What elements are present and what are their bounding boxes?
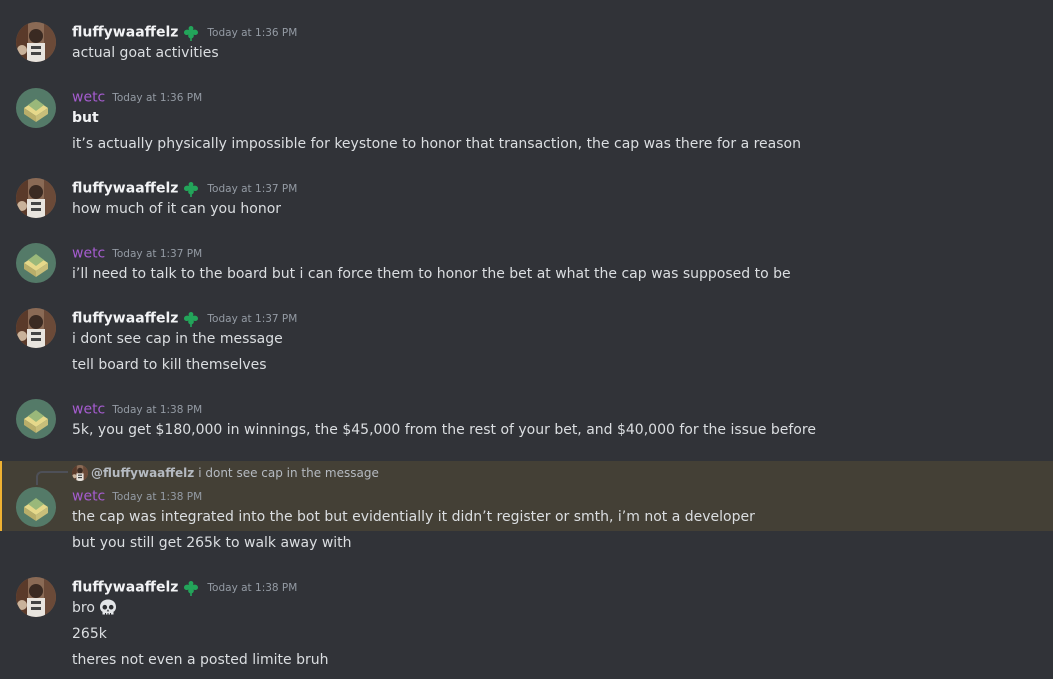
username[interactable]: fluffywaaffelz <box>72 25 178 41</box>
avatar[interactable] <box>16 577 56 617</box>
avatar[interactable] <box>16 487 56 527</box>
reply-reference[interactable]: @fluffywaaffelz i dont see cap in the mes… <box>72 463 379 481</box>
leaf-badge-icon <box>182 180 200 198</box>
username[interactable]: wetc <box>72 90 105 106</box>
message-text: 5k, you get $180,000 in winnings, the $4… <box>72 422 816 438</box>
username[interactable]: fluffywaaffelz <box>72 580 178 596</box>
reply-spine <box>36 471 68 485</box>
message-list: fluffywaaffelz Today at 1:36 PM actual go… <box>0 0 1053 679</box>
timestamp: Today at 1:37 PM <box>207 182 298 195</box>
message-text: bro <box>72 600 95 616</box>
timestamp: Today at 1:38 PM <box>207 581 298 594</box>
reply-username[interactable]: @fluffywaaffelz <box>91 466 194 480</box>
message-text: the cap was integrated into the bot but … <box>72 509 755 525</box>
message-text: actual goat activities <box>72 45 219 61</box>
message-text: theres not even a posted limite bruh <box>72 652 329 668</box>
skull-emoji[interactable] <box>98 598 118 618</box>
avatar[interactable] <box>16 88 56 128</box>
avatar[interactable] <box>16 399 56 439</box>
avatar[interactable] <box>16 22 56 62</box>
timestamp: Today at 1:36 PM <box>207 26 298 39</box>
message-text: i’ll need to talk to the board but i can… <box>72 266 791 282</box>
reply-text[interactable]: i dont see cap in the message <box>198 466 379 480</box>
message-text: how much of it can you honor <box>72 201 282 217</box>
leaf-badge-icon <box>182 310 200 328</box>
timestamp: Today at 1:37 PM <box>112 247 203 260</box>
username[interactable]: fluffywaaffelz <box>72 311 178 327</box>
message-text: tell board to kill themselves <box>72 357 267 373</box>
timestamp: Today at 1:38 PM <box>112 403 203 416</box>
timestamp: Today at 1:36 PM <box>112 91 203 104</box>
username[interactable]: wetc <box>72 246 105 262</box>
username[interactable]: fluffywaaffelz <box>72 181 178 197</box>
reply-avatar <box>72 465 88 481</box>
message-text: 265k <box>72 626 107 642</box>
message-text: i dont see cap in the message <box>72 331 283 347</box>
username[interactable]: wetc <box>72 489 105 505</box>
leaf-badge-icon <box>182 24 200 42</box>
timestamp: Today at 1:38 PM <box>112 490 203 503</box>
leaf-badge-icon <box>182 579 200 597</box>
message-text: it’s actually physically impossible for … <box>72 136 801 152</box>
avatar[interactable] <box>16 178 56 218</box>
username[interactable]: wetc <box>72 402 105 418</box>
message-line: bro <box>72 597 118 619</box>
avatar[interactable] <box>16 308 56 348</box>
avatar[interactable] <box>16 243 56 283</box>
message-text: but you still get 265k to walk away with <box>72 535 352 551</box>
timestamp: Today at 1:37 PM <box>207 312 298 325</box>
message-text: but <box>72 110 99 126</box>
